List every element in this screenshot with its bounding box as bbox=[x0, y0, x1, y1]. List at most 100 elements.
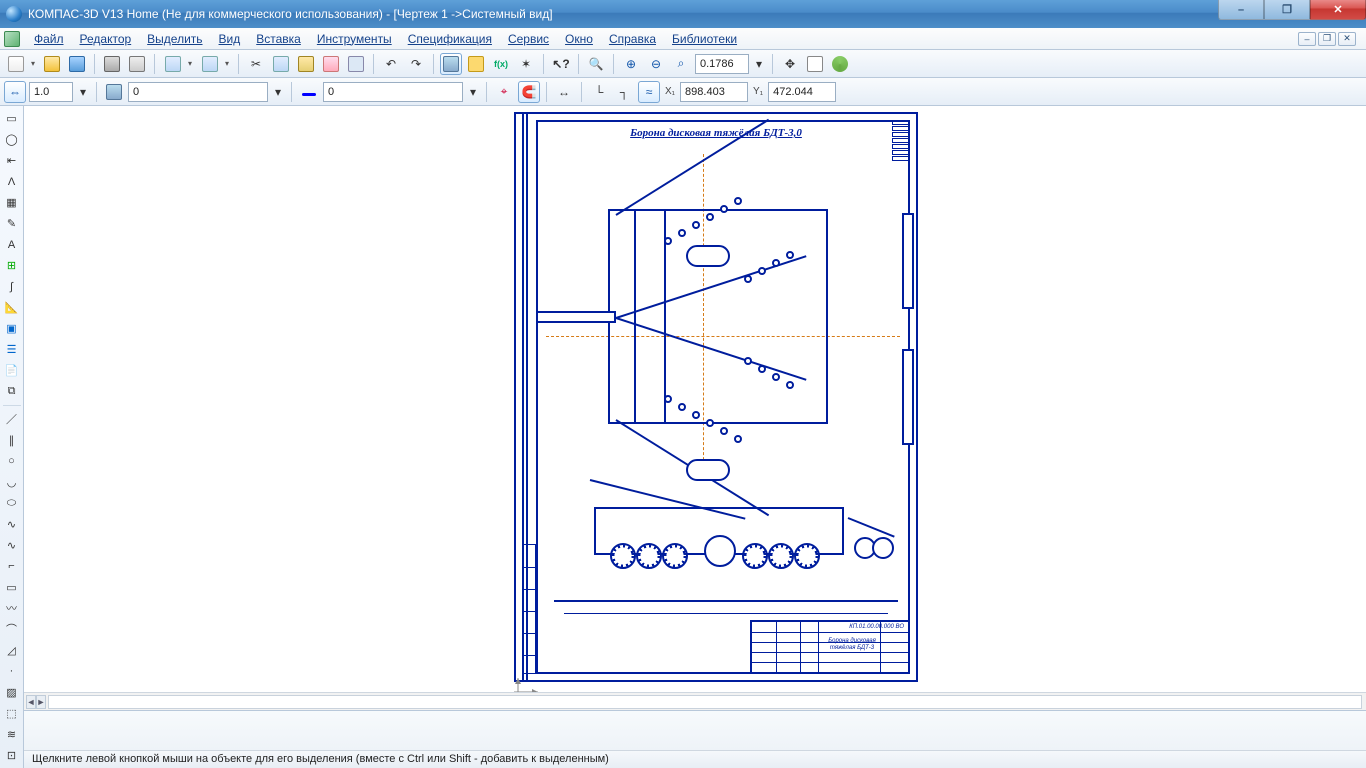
collect-contour-icon[interactable]: ⊡ bbox=[2, 746, 22, 765]
print-preview-button[interactable] bbox=[126, 53, 148, 75]
views-tool-icon[interactable]: ⧉ bbox=[2, 382, 22, 401]
tab-scroll-right[interactable]: ► bbox=[36, 695, 46, 709]
layer-state-button[interactable] bbox=[103, 81, 125, 103]
close-button[interactable]: ✕ bbox=[1310, 0, 1366, 20]
insert-fragment-button[interactable] bbox=[161, 53, 195, 75]
dimension-tool-icon[interactable]: ⇤ bbox=[2, 151, 22, 170]
variables-button[interactable]: f(x) bbox=[490, 53, 512, 75]
bezier-tool-icon[interactable]: ∿ bbox=[2, 536, 22, 555]
param-tool-icon[interactable]: ∫ bbox=[2, 277, 22, 296]
menu-editor[interactable]: Редактор bbox=[72, 30, 140, 48]
zoom-in-button[interactable]: ⊕ bbox=[620, 53, 642, 75]
rectangle-tool-icon[interactable]: ▭ bbox=[2, 578, 22, 597]
horizontal-scrollbar[interactable] bbox=[48, 695, 1362, 709]
global-snap-toggle[interactable]: 🧲 bbox=[518, 81, 540, 103]
zoom-value-input[interactable] bbox=[695, 54, 749, 74]
menu-help[interactable]: Справка bbox=[601, 30, 664, 48]
undo-button[interactable]: ↶ bbox=[380, 53, 402, 75]
curve-tool-icon[interactable]: 〰 bbox=[2, 599, 22, 618]
open-button[interactable] bbox=[41, 53, 63, 75]
library-manager-button[interactable] bbox=[465, 53, 487, 75]
menu-service[interactable]: Сервис bbox=[500, 30, 557, 48]
round-toggle-button[interactable]: ≈ bbox=[638, 81, 660, 103]
tab-scroll-left[interactable]: ◄ bbox=[26, 695, 36, 709]
menu-file[interactable]: Файл bbox=[26, 30, 72, 48]
polyline-tool-icon[interactable]: ⌐ bbox=[2, 557, 22, 576]
grid-step-input[interactable] bbox=[29, 82, 73, 102]
insert-view-button[interactable] bbox=[198, 53, 232, 75]
binding-stamp bbox=[522, 544, 536, 674]
fillet-tool-icon[interactable]: ⌒ bbox=[2, 620, 22, 639]
mdi-minimize-button[interactable]: – bbox=[1298, 32, 1316, 46]
measure-tool-icon[interactable]: 📐 bbox=[2, 298, 22, 317]
hatch-tool-icon[interactable]: ▦ bbox=[2, 193, 22, 212]
document-manager-button[interactable] bbox=[440, 53, 462, 75]
parallel-line-icon[interactable]: ∥ bbox=[2, 431, 22, 450]
separator bbox=[94, 54, 95, 74]
layer-dropdown[interactable]: ▾ bbox=[271, 81, 285, 103]
point-tool-icon[interactable]: · bbox=[2, 662, 22, 681]
table-tool-icon[interactable]: ⊞ bbox=[2, 256, 22, 275]
ortho-toggle-button[interactable]: ┐ bbox=[613, 81, 635, 103]
parametrize-button[interactable]: ✶ bbox=[515, 53, 537, 75]
arc-tool-icon[interactable]: ◡ bbox=[2, 473, 22, 492]
ellipse-tool-icon[interactable]: ⬭ bbox=[2, 494, 22, 513]
zoom-dropdown-button[interactable]: ▾ bbox=[752, 53, 766, 75]
mdi-close-button[interactable]: ✕ bbox=[1338, 32, 1356, 46]
maximize-button[interactable]: ❐ bbox=[1264, 0, 1310, 20]
pan-button[interactable]: ✥ bbox=[779, 53, 801, 75]
drawing-sheet: Борона дисковая тяжёлая БДТ-3,0 bbox=[514, 112, 918, 682]
line-style-dropdown[interactable]: ▾ bbox=[466, 81, 480, 103]
geometry-tool-icon[interactable]: ◯ bbox=[2, 130, 22, 149]
cut-button[interactable]: ✂ bbox=[245, 53, 267, 75]
line-style-button[interactable] bbox=[298, 81, 320, 103]
zoom-window-button[interactable]: ⌕ bbox=[670, 53, 692, 75]
equidistant-icon[interactable]: ≋ bbox=[2, 725, 22, 744]
menu-spec[interactable]: Спецификация bbox=[400, 30, 500, 48]
circle-tool-icon[interactable]: ○ bbox=[2, 452, 22, 471]
layer-combo[interactable] bbox=[128, 82, 268, 102]
copy-button[interactable] bbox=[270, 53, 292, 75]
zoom-previous-button[interactable] bbox=[804, 53, 826, 75]
hatch-area-icon[interactable]: ▨ bbox=[2, 683, 22, 702]
format-painter-button[interactable] bbox=[320, 53, 342, 75]
drawing-canvas[interactable]: Борона дисковая тяжёлая БДТ-3,0 bbox=[24, 106, 1366, 692]
ortho-x-button[interactable]: ↔ bbox=[553, 81, 575, 103]
reports-tool-icon[interactable]: 📄 bbox=[2, 361, 22, 380]
redo-button[interactable]: ↷ bbox=[405, 53, 427, 75]
edit-tool-icon[interactable]: ✎ bbox=[2, 214, 22, 233]
spec-tool-icon[interactable]: ☰ bbox=[2, 340, 22, 359]
text-tool-icon[interactable]: A bbox=[2, 235, 22, 254]
coord-y-input[interactable] bbox=[768, 82, 836, 102]
save-button[interactable] bbox=[66, 53, 88, 75]
notation-tool-icon[interactable]: Ʌ bbox=[2, 172, 22, 191]
zoom-fit-button[interactable]: 🔍 bbox=[585, 53, 607, 75]
snap-toggle-button[interactable]: ⇔ bbox=[4, 81, 26, 103]
paste-button[interactable] bbox=[295, 53, 317, 75]
menu-libs[interactable]: Библиотеки bbox=[664, 30, 745, 48]
new-document-button[interactable] bbox=[4, 53, 38, 75]
menu-select[interactable]: Выделить bbox=[139, 30, 210, 48]
print-button[interactable] bbox=[101, 53, 123, 75]
properties-button[interactable] bbox=[345, 53, 367, 75]
menu-insert[interactable]: Вставка bbox=[248, 30, 309, 48]
segment-tool-icon[interactable]: ／ bbox=[2, 410, 22, 429]
snap-settings-button[interactable]: ⌖ bbox=[493, 81, 515, 103]
chamfer-tool-icon[interactable]: ◿ bbox=[2, 641, 22, 660]
coord-x-input[interactable] bbox=[680, 82, 748, 102]
context-help-button[interactable]: ↖? bbox=[550, 53, 572, 75]
zoom-out-button[interactable]: ⊖ bbox=[645, 53, 667, 75]
select-tool-icon[interactable]: ▣ bbox=[2, 319, 22, 338]
grid-step-dropdown[interactable]: ▾ bbox=[76, 81, 90, 103]
menu-window[interactable]: Окно bbox=[557, 30, 601, 48]
spline-tool-icon[interactable]: ∿ bbox=[2, 515, 22, 534]
mdi-restore-button[interactable]: ❐ bbox=[1318, 32, 1336, 46]
menu-tools[interactable]: Инструменты bbox=[309, 30, 400, 48]
pointer-tool-icon[interactable]: ▭ bbox=[2, 109, 22, 128]
contour-tool-icon[interactable]: ⬚ bbox=[2, 704, 22, 723]
local-cs-button[interactable]: └ bbox=[588, 81, 610, 103]
redraw-button[interactable] bbox=[829, 53, 851, 75]
menu-view[interactable]: Вид bbox=[211, 30, 249, 48]
minimize-button[interactable]: – bbox=[1218, 0, 1264, 20]
line-style-combo[interactable] bbox=[323, 82, 463, 102]
